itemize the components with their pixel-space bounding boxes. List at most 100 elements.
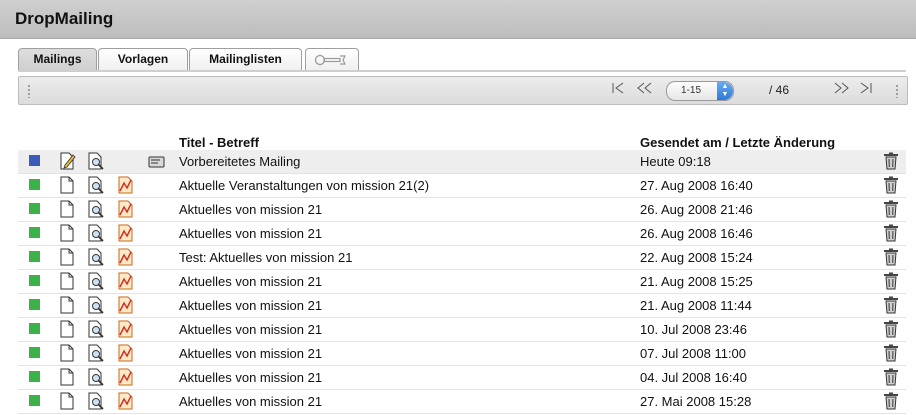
trash-icon[interactable] (883, 296, 899, 314)
statistics-icon[interactable] (117, 296, 135, 314)
trash-icon[interactable] (883, 224, 899, 242)
document-icon[interactable] (58, 272, 76, 290)
preview-icon[interactable] (87, 152, 105, 170)
trash-icon[interactable] (883, 272, 899, 290)
document-icon[interactable] (58, 248, 76, 266)
mailing-title[interactable]: Aktuelles von mission 21 (179, 298, 322, 313)
tab-mailings[interactable]: Mailings (18, 48, 97, 70)
document-icon[interactable] (58, 224, 76, 242)
table-row[interactable]: Test: Aktuelles von mission 21 22. Aug 20… (18, 246, 906, 270)
preview-icon[interactable] (87, 224, 105, 242)
status-sent-indicator (29, 227, 40, 238)
trash-icon[interactable] (883, 176, 899, 194)
document-icon[interactable] (58, 200, 76, 218)
tab-vorlagen[interactable]: Vorlagen (98, 48, 188, 70)
app-title: DropMailing (15, 9, 113, 29)
next-page-button[interactable] (831, 80, 853, 100)
table-row[interactable]: Aktuelles von mission 21 04. Jul 2008 16:… (18, 366, 906, 390)
mailing-title[interactable]: Aktuelles von mission 21 (179, 394, 322, 409)
trash-icon[interactable] (883, 392, 899, 410)
status-sent-indicator (29, 395, 40, 406)
document-icon[interactable] (58, 176, 76, 194)
tab-settings[interactable] (305, 48, 359, 70)
mailing-title[interactable]: Aktuelles von mission 21 (179, 346, 322, 361)
mailing-title[interactable]: Vorbereitetes Mailing (179, 154, 300, 169)
statistics-icon[interactable] (117, 392, 135, 410)
table-row[interactable]: Aktuelles von mission 21 21. Aug 2008 11:… (18, 294, 906, 318)
page-range-value: 1-15 (681, 82, 701, 100)
statistics-icon[interactable] (117, 200, 135, 218)
mailing-date: 22. Aug 2008 15:24 (640, 250, 753, 265)
trash-icon[interactable] (883, 200, 899, 218)
app-titlebar: DropMailing (0, 0, 916, 39)
status-sent-indicator (29, 203, 40, 214)
statistics-icon[interactable] (117, 272, 135, 290)
trash-icon[interactable] (883, 320, 899, 338)
mailing-title[interactable]: Aktuelles von mission 21 (179, 370, 322, 385)
toolbar-grip-left[interactable] (27, 84, 31, 98)
mailing-title[interactable]: Aktuelles von mission 21 (179, 274, 322, 289)
table-row[interactable]: Aktuelles von mission 21 26. Aug 2008 21:… (18, 198, 906, 222)
table-row[interactable]: Vorbereitetes MailingHeute 09:18 (18, 150, 906, 174)
table-row[interactable]: Aktuelle Veranstaltungen von mission 21(… (18, 174, 906, 198)
trash-icon[interactable] (883, 344, 899, 362)
mailing-date: 26. Aug 2008 21:46 (640, 202, 753, 217)
preview-icon[interactable] (87, 176, 105, 194)
trash-icon[interactable] (883, 368, 899, 386)
mailing-date: 21. Aug 2008 15:25 (640, 274, 753, 289)
mailing-date: 07. Jul 2008 11:00 (640, 346, 746, 361)
select-arrows-icon: ▲▼ (717, 82, 733, 100)
statistics-icon[interactable] (117, 368, 135, 386)
mailing-title[interactable]: Aktuelles von mission 21 (179, 322, 322, 337)
status-sent-indicator (29, 347, 40, 358)
preview-icon[interactable] (87, 296, 105, 314)
table-row[interactable]: Aktuelles von mission 21 07. Jul 2008 11:… (18, 342, 906, 366)
preview-icon[interactable] (87, 320, 105, 338)
column-header-title[interactable]: Titel - Betreff (179, 135, 259, 150)
mailing-title[interactable]: Test: Aktuelles von mission 21 (179, 250, 352, 265)
statistics-icon[interactable] (117, 344, 135, 362)
page-range-select[interactable]: 1-15 ▲▼ (666, 81, 734, 101)
table-row[interactable]: Aktuelles von mission 2127. Mai 2008 15:… (18, 390, 906, 414)
preview-icon[interactable] (87, 392, 105, 410)
mailing-date: 26. Aug 2008 16:46 (640, 226, 753, 241)
table-row[interactable]: Aktuelles von mission 21 21. Aug 2008 15:… (18, 270, 906, 294)
next-page-icon (834, 82, 850, 94)
statistics-icon[interactable] (117, 248, 135, 266)
mailing-title[interactable]: Aktuelle Veranstaltungen von mission 21(… (179, 178, 429, 193)
mailing-title[interactable]: Aktuelles von mission 21 (179, 202, 322, 217)
previous-page-button[interactable] (633, 80, 655, 100)
statistics-icon[interactable] (117, 320, 135, 338)
trash-icon[interactable] (883, 248, 899, 266)
mailing-date: 04. Jul 2008 16:40 (640, 370, 747, 385)
edit-icon[interactable] (58, 152, 76, 170)
preview-icon[interactable] (87, 200, 105, 218)
mailing-title[interactable]: Aktuelles von mission 21 (179, 226, 322, 241)
first-page-icon (611, 82, 625, 94)
toolbar-grip-right[interactable] (895, 84, 899, 98)
status-sent-indicator (29, 275, 40, 286)
column-header-date[interactable]: Gesendet am / Letzte Änderung (640, 135, 835, 150)
last-page-button[interactable] (855, 80, 877, 100)
statistics-icon[interactable] (117, 176, 135, 194)
tab-mailinglisten[interactable]: Mailinglisten (189, 48, 302, 70)
table-row[interactable]: Aktuelles von mission 2110. Jul 2008 23:… (18, 318, 906, 342)
preview-icon[interactable] (87, 368, 105, 386)
page-total: / 46 (769, 83, 789, 97)
document-icon[interactable] (58, 344, 76, 362)
document-icon[interactable] (58, 296, 76, 314)
document-icon[interactable] (58, 320, 76, 338)
mailing-date: 21. Aug 2008 11:44 (640, 298, 752, 313)
send-icon[interactable] (148, 152, 166, 170)
document-icon[interactable] (58, 392, 76, 410)
statistics-icon[interactable] (117, 224, 135, 242)
mailing-date: 27. Aug 2008 16:40 (640, 178, 753, 193)
preview-icon[interactable] (87, 272, 105, 290)
trash-icon[interactable] (883, 152, 899, 170)
table-row[interactable]: Aktuelles von mission 21 26. Aug 2008 16:… (18, 222, 906, 246)
preview-icon[interactable] (87, 344, 105, 362)
document-icon[interactable] (58, 368, 76, 386)
first-page-button[interactable] (607, 80, 629, 100)
status-sent-indicator (29, 251, 40, 262)
preview-icon[interactable] (87, 248, 105, 266)
